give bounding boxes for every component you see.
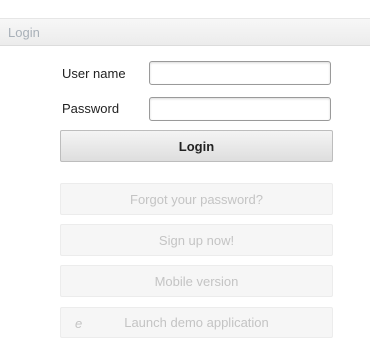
password-input[interactable]: [149, 97, 331, 121]
login-button-label: Login: [178, 138, 215, 154]
mobile-version-button[interactable]: Mobile version: [60, 265, 333, 297]
sign-up-button[interactable]: Sign up now!: [60, 224, 333, 256]
mobile-version-label: Mobile version: [154, 273, 239, 289]
username-input[interactable]: [149, 61, 331, 85]
forgot-password-label: Forgot your password?: [130, 191, 263, 207]
panel-title: Login: [8, 25, 40, 40]
password-label: Password: [62, 101, 120, 116]
launch-demo-button[interactable]: e Launch demo application: [60, 307, 333, 338]
ie-browser-icon: e: [75, 316, 83, 331]
sign-up-label: Sign up now!: [158, 232, 235, 248]
login-button[interactable]: Login: [60, 130, 333, 162]
login-panel-header: Login: [0, 18, 370, 46]
username-label: User name: [62, 66, 126, 81]
forgot-password-button[interactable]: Forgot your password?: [60, 183, 333, 215]
launch-demo-label: Launch demo application: [124, 315, 269, 330]
